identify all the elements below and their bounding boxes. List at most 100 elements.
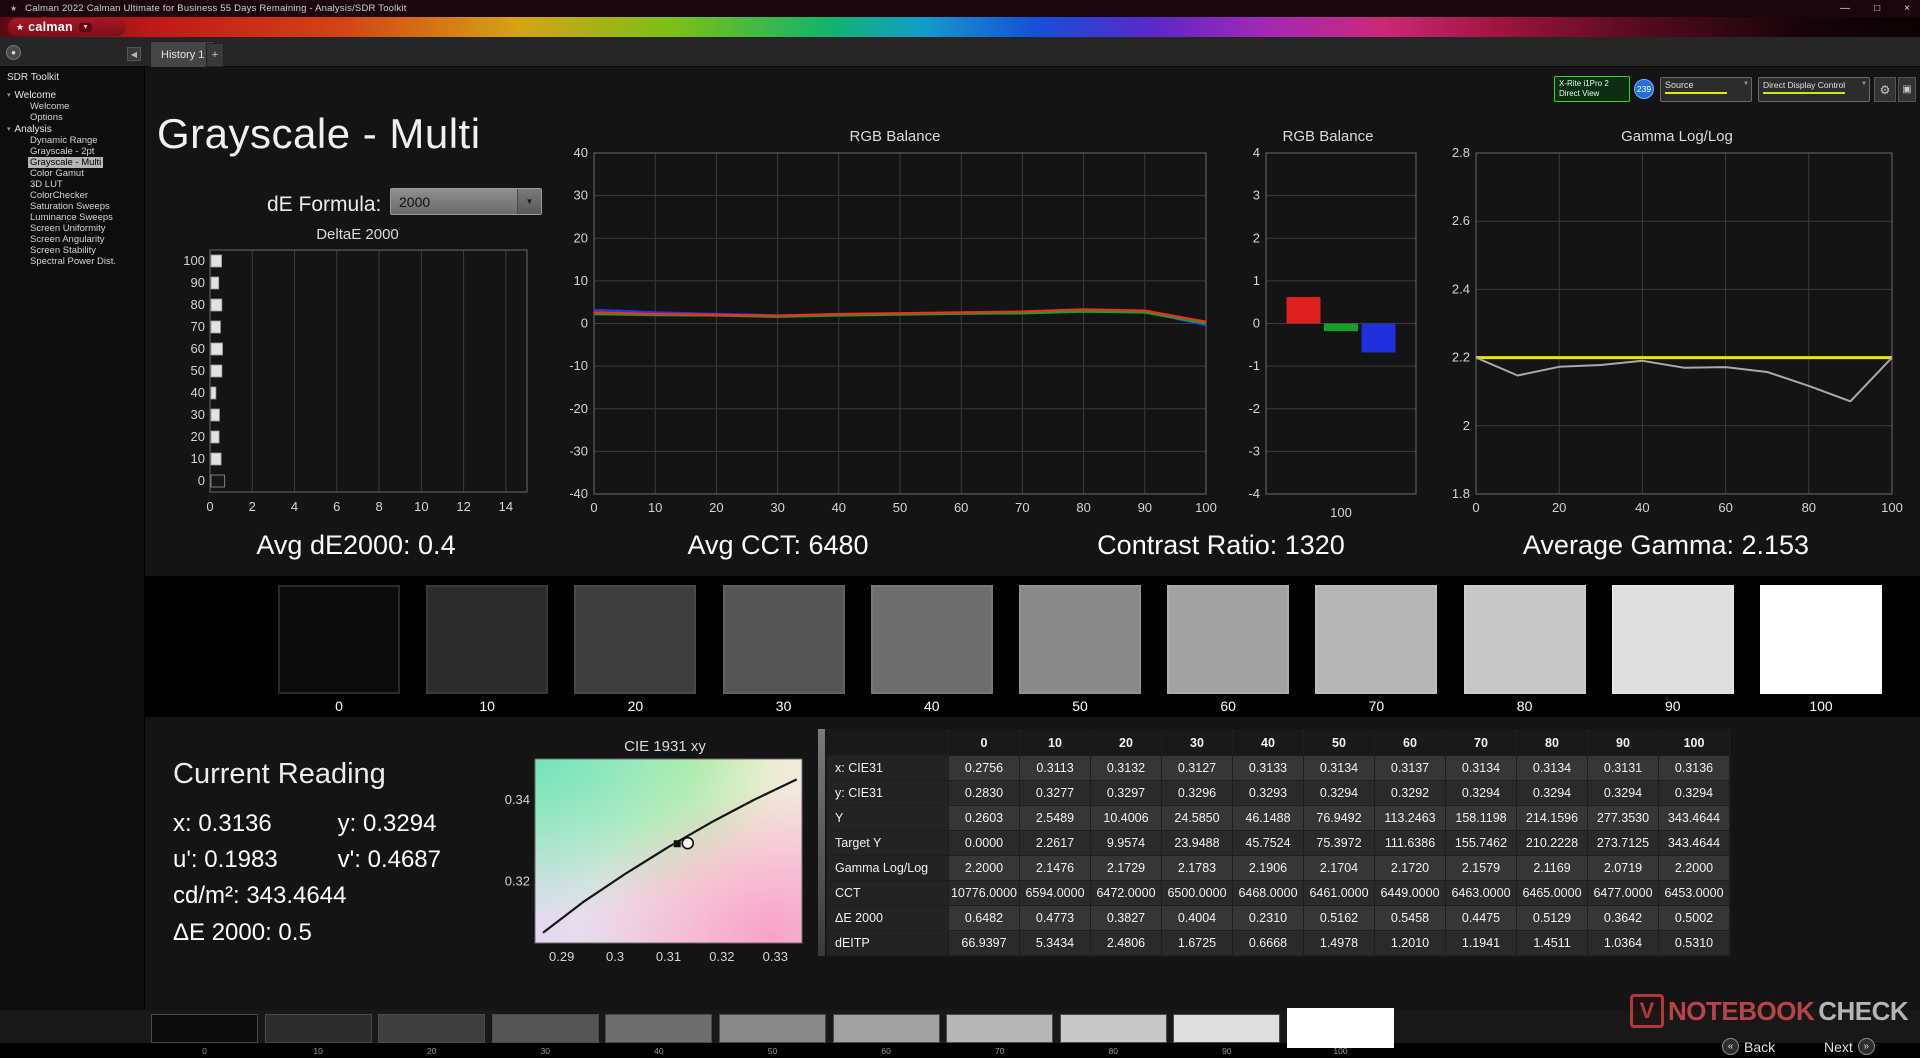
new-tab-button[interactable]: + — [206, 43, 224, 67]
reading-luminance: cd/m²: 343.4644 — [173, 882, 346, 910]
table-cell: 0.0000 — [949, 831, 1020, 856]
table-row-label: dEITP — [827, 931, 949, 956]
grayscale-patch-level: 70 — [1315, 698, 1437, 714]
minimize-button[interactable]: — — [1840, 3, 1850, 14]
sidebar-item-screen-uniformity[interactable]: Screen Uniformity — [0, 223, 144, 234]
display-control-selector[interactable]: Direct Display Control ▼ — [1758, 77, 1870, 102]
svg-text:4: 4 — [291, 499, 298, 514]
pattern-swatch-70[interactable] — [946, 1014, 1053, 1043]
sidebar-item-label: Grayscale - 2pt — [28, 146, 96, 157]
table-cell: 0.5310 — [1659, 931, 1730, 956]
meter-selector[interactable]: X-Rite i1Pro 2 Direct View — [1554, 76, 1630, 102]
pattern-swatch-20[interactable] — [378, 1014, 485, 1043]
table-cell: 0.2603 — [949, 806, 1020, 831]
sidebar-collapse-button[interactable]: ◀ — [127, 47, 141, 61]
svg-text:0.32: 0.32 — [505, 874, 530, 889]
table-cell: 343.4644 — [1659, 806, 1730, 831]
sidebar-section-welcome[interactable]: ▾Welcome — [0, 89, 144, 101]
gear-icon[interactable]: ⚙ — [1874, 77, 1896, 102]
sidebar-item-label: Grayscale - Multi — [28, 157, 103, 168]
svg-text:2: 2 — [1463, 418, 1470, 433]
back-button[interactable]: « Back — [1722, 1038, 1775, 1055]
sidebar-item-screen-stability[interactable]: Screen Stability — [0, 245, 144, 256]
sidebar-section-analysis[interactable]: ▾Analysis — [0, 123, 144, 135]
grayscale-patch-80 — [1464, 585, 1586, 694]
pattern-swatch-60[interactable] — [833, 1014, 940, 1043]
sidebar-item-grayscale-multi[interactable]: Grayscale - Multi — [0, 157, 144, 168]
table-header-cell: 60 — [1375, 730, 1446, 756]
table-cell: 273.7125 — [1588, 831, 1659, 856]
sidebar-item-3d-lut[interactable]: 3D LUT — [0, 179, 144, 190]
table-scrollbar[interactable] — [818, 729, 825, 956]
sidebar-item-color-gamut[interactable]: Color Gamut — [0, 168, 144, 179]
rgb-balance-line-title: RGB Balance — [570, 128, 1220, 145]
table-cell: 158.1198 — [1446, 806, 1517, 831]
svg-text:50: 50 — [893, 500, 907, 515]
notebookcheck-watermark: V NOTEBOOK CHECK — [1630, 994, 1908, 1028]
stat-average-gamma: Average Gamma: 2.153 — [1523, 530, 1809, 561]
table-row: CCT10776.00006594.00006472.00006500.0000… — [827, 881, 1730, 906]
pattern-swatch-50[interactable] — [719, 1014, 826, 1043]
next-label: Next — [1824, 1039, 1853, 1055]
sidebar-item-grayscale-2pt[interactable]: Grayscale - 2pt — [0, 146, 144, 157]
tree-collapse-icon[interactable]: ▾ — [7, 125, 11, 133]
svg-text:-2: -2 — [1248, 401, 1260, 416]
pattern-swatch-30[interactable] — [492, 1014, 599, 1043]
layout-icon[interactable]: ▣ — [1898, 77, 1916, 102]
pattern-swatch-40[interactable] — [605, 1014, 712, 1043]
de-formula-chevron-down-icon: ▼ — [517, 189, 541, 214]
svg-text:0.32: 0.32 — [709, 949, 734, 964]
sidebar-item-screen-angularity[interactable]: Screen Angularity — [0, 234, 144, 245]
svg-text:1.8: 1.8 — [1452, 486, 1470, 501]
svg-text:14: 14 — [499, 499, 513, 514]
table-cell: 277.3530 — [1588, 806, 1659, 831]
table-row-label: Y — [827, 806, 949, 831]
grayscale-patch-level: 0 — [278, 698, 400, 714]
next-button[interactable]: Next » — [1824, 1038, 1875, 1055]
table-cell: 1.6725 — [1162, 931, 1233, 956]
brand-spectrum-bar — [0, 17, 1920, 37]
calman-logo-menu[interactable]: ★ calman ▼ — [8, 18, 126, 36]
table-cell: 0.4773 — [1020, 906, 1091, 931]
pattern-swatch-level: 70 — [946, 1046, 1053, 1056]
grayscale-patch-level: 50 — [1019, 698, 1141, 714]
table-cell: 0.3827 — [1091, 906, 1162, 931]
gamma-chart-title: Gamma Log/Log — [1440, 128, 1914, 145]
display-control-color-line — [1763, 92, 1845, 94]
svg-text:-1: -1 — [1248, 358, 1260, 373]
sidebar-item-label: Welcome — [28, 101, 71, 112]
sidebar-item-welcome[interactable]: Welcome — [0, 101, 144, 112]
sidebar-item-luminance-sweeps[interactable]: Luminance Sweeps — [0, 212, 144, 223]
pattern-swatch-90[interactable] — [1173, 1014, 1280, 1043]
grayscale-patch-100 — [1760, 585, 1882, 694]
de-formula-select[interactable]: 2000 ▼ — [390, 188, 542, 215]
maximize-button[interactable]: □ — [1874, 3, 1880, 14]
rgb-balance-line-chart: 0102030405060708090100-40-30-20-10010203… — [570, 146, 1220, 524]
sidebar-item-options[interactable]: Options — [0, 112, 144, 123]
logo-wordmark: calman — [28, 20, 73, 34]
sidebar-item-spectral-power-dist[interactable]: Spectral Power Dist. — [0, 256, 144, 267]
table-cell: 5.3434 — [1020, 931, 1091, 956]
sidebar-item-label: Spectral Power Dist. — [28, 256, 118, 267]
notebookcheck-logo-icon: V — [1630, 994, 1664, 1028]
sidebar-title: SDR Toolkit — [0, 67, 144, 89]
sidebar-item-colorchecker[interactable]: ColorChecker — [0, 190, 144, 201]
svg-text:2.2: 2.2 — [1452, 350, 1470, 365]
app-menu-button[interactable]: ● — [6, 45, 21, 60]
sidebar-item-dynamic-range[interactable]: Dynamic Range — [0, 135, 144, 146]
close-button[interactable]: × — [1904, 3, 1910, 14]
sidebar-item-label: Screen Stability — [28, 245, 98, 256]
toolbar: ● ◀ History 1 + X-Rite i1Pro 2 Direct Vi… — [0, 37, 1920, 67]
table-corner-cell — [827, 730, 949, 756]
source-selector[interactable]: Source ▼ — [1660, 77, 1752, 102]
pattern-swatch-100[interactable] — [1287, 1008, 1394, 1048]
pattern-swatch-80[interactable] — [1060, 1014, 1167, 1043]
logo-chevron-down-icon[interactable]: ▼ — [79, 23, 92, 32]
display-control-chevron-down-icon: ▼ — [1861, 81, 1867, 87]
grayscale-patch-level: 60 — [1167, 698, 1289, 714]
sidebar-item-saturation-sweeps[interactable]: Saturation Sweeps — [0, 201, 144, 212]
tree-collapse-icon[interactable]: ▾ — [7, 91, 11, 99]
pattern-swatch-0[interactable] — [151, 1014, 258, 1043]
table-cell: 66.9397 — [949, 931, 1020, 956]
pattern-swatch-10[interactable] — [265, 1014, 372, 1043]
